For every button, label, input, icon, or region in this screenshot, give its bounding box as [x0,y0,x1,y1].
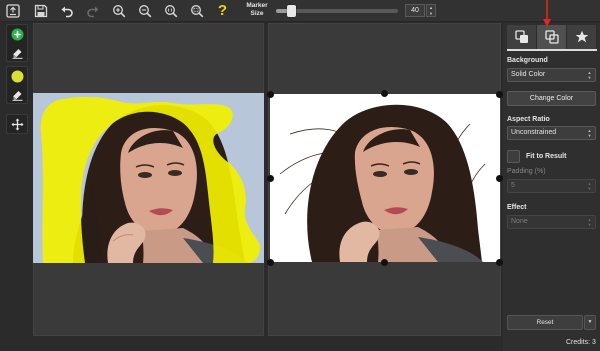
settings-sidebar: Background Solid Color ▲ ▼ Change Color A… [503,0,600,351]
tab-output[interactable] [537,25,567,49]
redo-button[interactable] [84,2,101,19]
crop-handle-top-left[interactable] [267,91,274,98]
fit-to-result-checkbox[interactable] [507,150,520,163]
eraser-icon [12,48,22,59]
original-image-canvas[interactable] [33,93,264,263]
eraser-icon [12,90,22,101]
chevron-updown-icon: ▲ ▼ [587,70,592,80]
aspect-ratio-select-value: Unconstrained [511,129,557,136]
reset-button[interactable]: Reset [507,315,583,330]
effect-select[interactable]: None ▲ ▼ [507,215,596,229]
marker-size-stepper[interactable]: ▲ ▼ [426,4,436,17]
undo-icon [61,6,73,17]
background-tab-icon [514,30,528,43]
crop-handle-bottom-right[interactable] [496,259,503,266]
chevron-updown-icon: ▲ ▼ [587,128,592,138]
portrait-photo [33,93,264,263]
crop-handle-bottom-left[interactable] [267,259,274,266]
aspect-ratio-label: Aspect Ratio [507,116,550,123]
cutout-photo [270,94,500,262]
open-icon [5,3,20,18]
help-button[interactable]: ? [214,2,231,19]
actual-size-button[interactable] [162,2,179,19]
save-button[interactable] [32,2,49,19]
crop-handle-bottom[interactable] [381,259,388,266]
tool-palette [2,22,32,351]
chevron-updown-icon: ▲ ▼ [587,181,592,191]
output-tab-icon [544,30,559,44]
background-select-value: Solid Color [511,71,546,78]
chevron-updown-icon: ▲ ▼ [587,217,592,227]
tab-effects[interactable] [567,25,597,49]
zoom-fit-button[interactable] [188,2,205,19]
crop-handle-right[interactable] [496,175,503,182]
star-icon [575,30,588,43]
undo-button[interactable] [58,2,75,19]
zoom-fit-icon [190,4,203,17]
add-keep-marker-icon [11,28,23,40]
move-tools [6,114,28,134]
effect-label: Effect [507,204,527,211]
change-color-button[interactable]: Change Color [507,91,596,106]
slider-thumb[interactable] [287,5,296,17]
remove-eraser-tool[interactable] [7,85,27,103]
crop-handle-left[interactable] [267,175,274,182]
fit-to-result-label: Fit to Result [526,153,567,160]
reset-menu-button[interactable]: ▼ [584,315,596,330]
background-select[interactable]: Solid Color ▲ ▼ [507,68,596,82]
marker-size-label: Marker Size [246,2,268,17]
marker-size-field[interactable]: 40 [405,4,425,17]
remove-marker-icon [11,70,23,82]
background-label: Background [507,57,548,64]
marker-size-slider[interactable] [276,5,398,17]
arrow-down-icon [543,0,551,27]
padding-label: Padding (%) [507,168,546,175]
sidebar-tabs [507,25,597,51]
help-icon: ? [217,2,228,19]
crop-handle-top[interactable] [381,90,388,97]
move-icon [11,118,23,130]
save-icon [34,4,47,17]
result-image-canvas[interactable] [270,94,500,262]
keep-eraser-tool[interactable] [7,43,27,61]
toolbar: ? Marker Size 40 ▲ ▼ [0,0,600,22]
aspect-ratio-select[interactable]: Unconstrained ▲ ▼ [507,126,596,140]
zoom-out-icon [138,4,151,17]
remove-marker-tool[interactable] [7,67,27,85]
chevron-down-icon[interactable]: ▼ [427,11,435,17]
move-tool[interactable] [7,115,27,133]
zoom-in-icon [112,4,125,17]
tab-background[interactable] [507,25,537,49]
remove-tools [6,66,28,104]
actual-size-icon [164,4,177,17]
credits-status: Credits: 3 [566,339,596,346]
open-button[interactable] [4,2,21,19]
effect-select-value: None [511,218,528,225]
keep-tools [6,24,28,62]
chevron-down-icon: ▼ [587,319,593,325]
redo-icon [86,6,98,17]
keep-marker-tool[interactable] [7,25,27,43]
padding-value: 5 [511,182,515,189]
zoom-out-button[interactable] [136,2,153,19]
zoom-in-button[interactable] [110,2,127,19]
padding-field[interactable]: 5 ▲ ▼ [507,179,596,193]
crop-handle-top-right[interactable] [496,91,503,98]
